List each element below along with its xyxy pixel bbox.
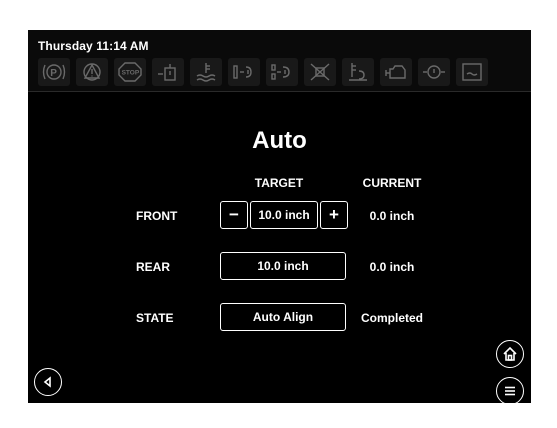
back-icon <box>43 376 51 388</box>
svg-text:P: P <box>50 68 57 79</box>
rear-target-value[interactable]: 10.0 inch <box>220 252 346 280</box>
tpms-icon <box>418 58 450 86</box>
warning-triangle-icon <box>76 58 108 86</box>
oil-level-icon <box>342 58 374 86</box>
front-decrease-button[interactable]: − <box>220 201 248 229</box>
state-current-value: Completed <box>360 311 423 325</box>
battery-icon <box>456 58 488 86</box>
front-current-value: 0.0 inch <box>369 209 415 223</box>
column-header-target: TARGET <box>254 176 304 190</box>
home-button[interactable] <box>496 340 524 368</box>
rear-label: REAR <box>136 260 171 274</box>
traction-icon <box>304 58 336 86</box>
state-mode-button[interactable]: Auto Align <box>220 303 346 331</box>
column-header-current: CURRENT <box>362 176 422 190</box>
warning-indicator-row: P STOP <box>38 58 488 88</box>
level-warning-icon <box>152 58 184 86</box>
stop-icon: STOP <box>114 58 146 86</box>
menu-icon <box>505 386 515 396</box>
coolant-icon <box>190 58 222 86</box>
state-label: STATE <box>136 311 174 325</box>
front-label: FRONT <box>136 209 178 223</box>
rear-axle-icon <box>266 58 298 86</box>
home-icon <box>503 346 517 361</box>
display-screen: Thursday 11:14 AM P STOP Auto TARGET CUR… <box>28 30 531 403</box>
front-target-value[interactable]: 10.0 inch <box>250 201 318 229</box>
clock-label: Thursday 11:14 AM <box>38 39 149 53</box>
front-axle-icon <box>228 58 260 86</box>
front-increase-button[interactable]: + <box>320 201 348 229</box>
rear-current-value: 0.0 inch <box>369 260 415 274</box>
page-title: Auto <box>252 127 307 154</box>
back-button[interactable] <box>34 368 62 396</box>
svg-text:STOP: STOP <box>122 70 140 77</box>
menu-button[interactable] <box>496 377 524 403</box>
status-header: Thursday 11:14 AM P STOP <box>28 30 531 92</box>
engine-icon <box>380 58 412 86</box>
parking-brake-icon: P <box>38 58 70 86</box>
